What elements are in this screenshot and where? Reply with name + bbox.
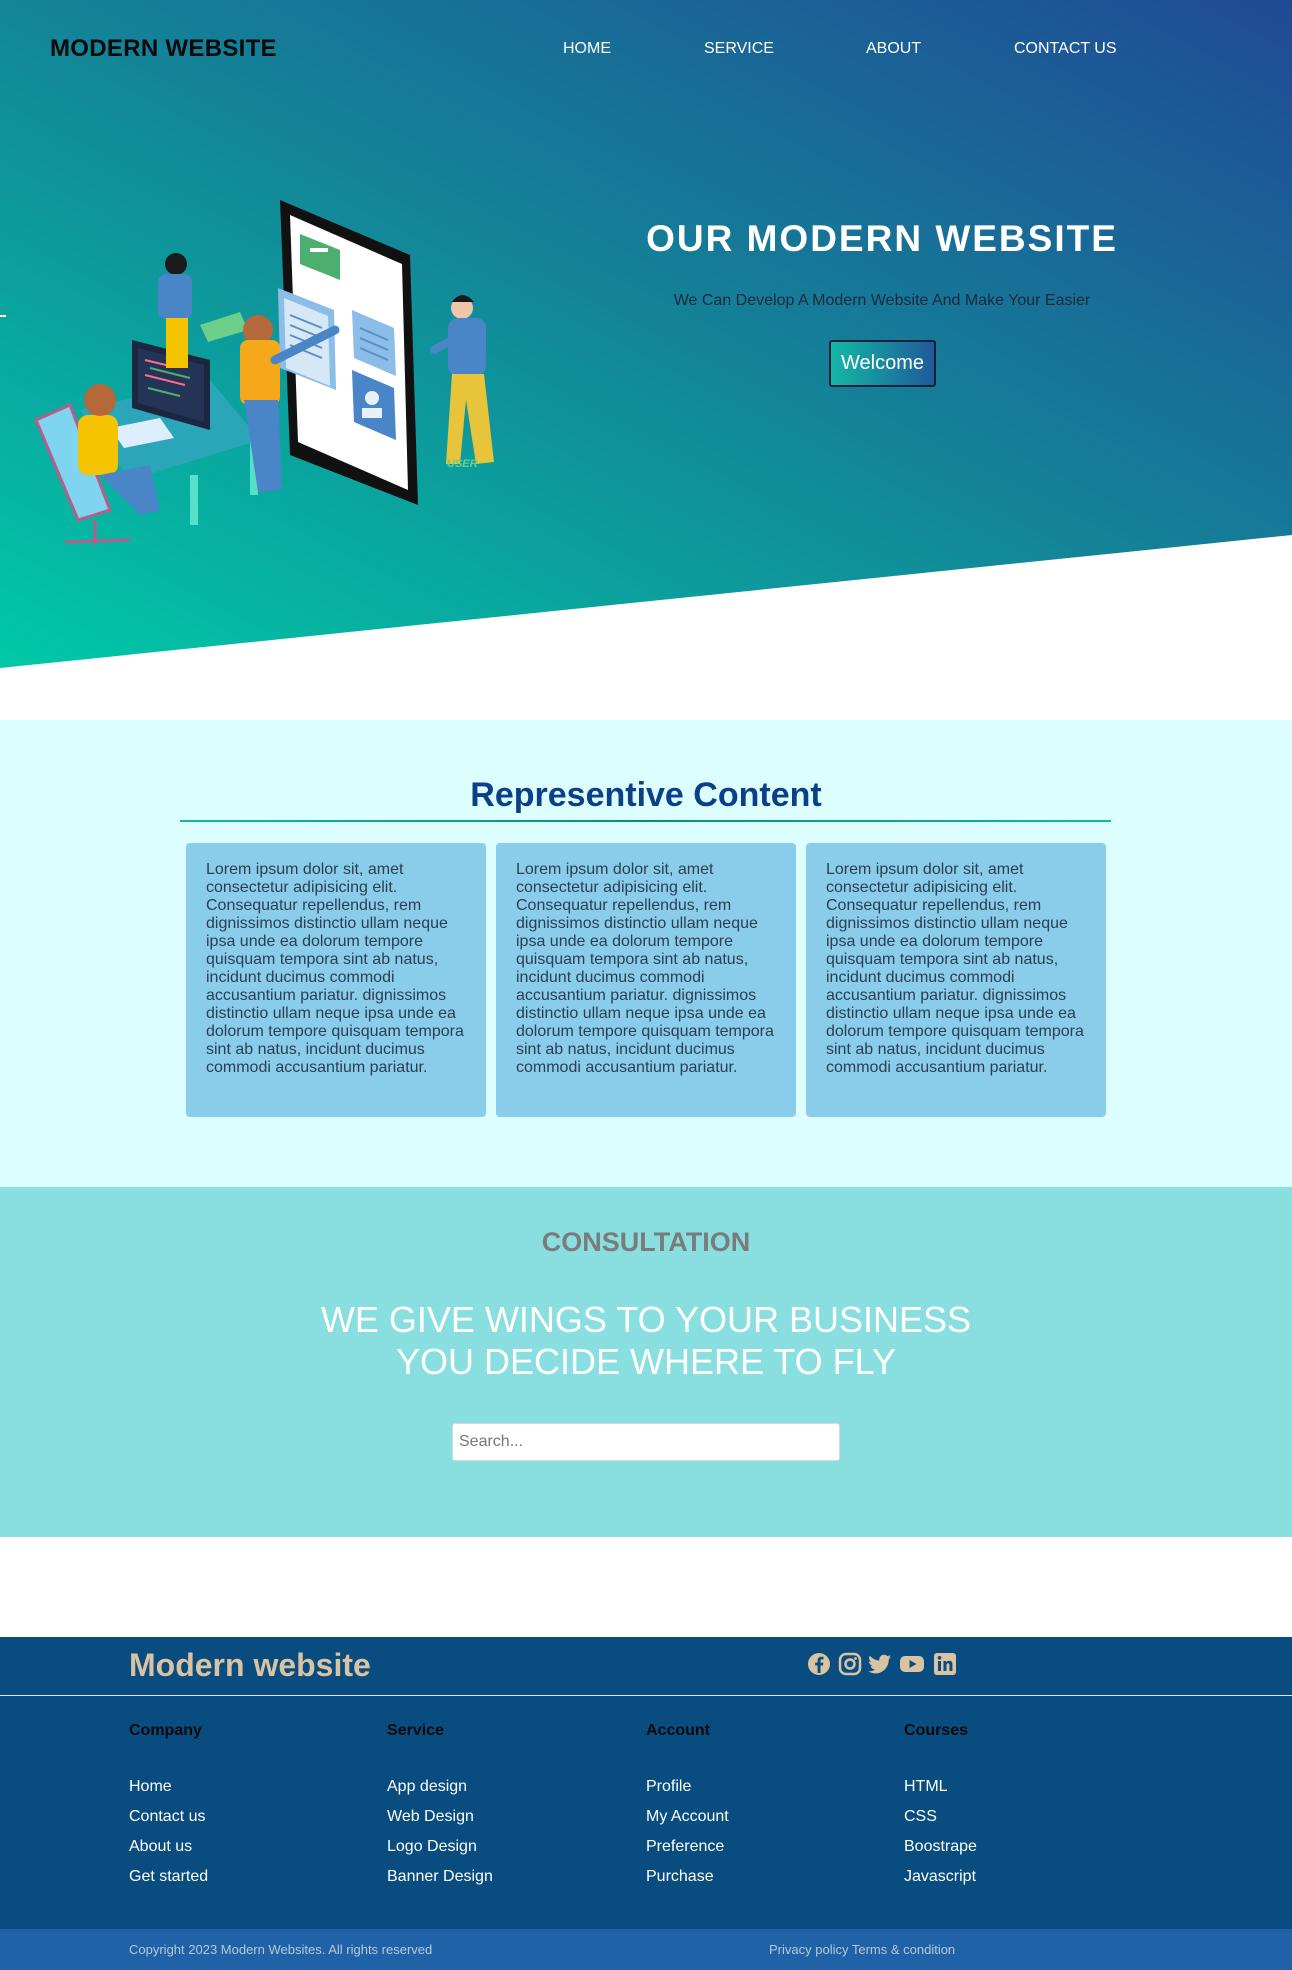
footer-link-purchase[interactable]: Purchase xyxy=(646,1868,714,1886)
footer-link-css[interactable]: CSS xyxy=(904,1808,937,1826)
nav-service[interactable]: SERVICE xyxy=(704,40,774,58)
footer-heading-courses: Courses xyxy=(904,1722,969,1739)
footer-link-home[interactable]: Home xyxy=(129,1778,172,1796)
footer-link-get-started[interactable]: Get started xyxy=(129,1868,208,1886)
title-divider xyxy=(180,820,1111,822)
footer-heading-service: Service xyxy=(387,1722,444,1739)
footer-link-about-us[interactable]: About us xyxy=(129,1838,192,1856)
linkedin-icon[interactable] xyxy=(932,1651,958,1677)
footer-link-web-design[interactable]: Web Design xyxy=(387,1808,474,1826)
user-label: USER xyxy=(447,458,478,470)
nav-contact-us[interactable]: CONTACT US xyxy=(1014,40,1117,58)
footer-heading-account: Account xyxy=(646,1722,710,1739)
facebook-icon[interactable] xyxy=(806,1651,832,1677)
nav-home[interactable]: HOME xyxy=(563,40,611,58)
footer-link-contact-us[interactable]: Contact us xyxy=(129,1808,205,1826)
footer-link-javascript[interactable]: Javascript xyxy=(904,1868,976,1886)
footer-link-my-account[interactable]: My Account xyxy=(646,1808,729,1826)
hero-illustration: USER xyxy=(0,200,494,545)
content-card: Lorem ipsum dolor sit, amet consectetur … xyxy=(186,843,486,1117)
footer-link-app-design[interactable]: App design xyxy=(387,1778,467,1796)
footer-link-boostrape[interactable]: Boostrape xyxy=(904,1838,977,1856)
consultation-section: CONSULTATION WE GIVE WINGS TO YOUR BUSIN… xyxy=(0,1187,1292,1537)
hero-subtitle: We Can Develop A Modern Website And Make… xyxy=(673,292,1091,309)
user-figure-illustration: USER xyxy=(430,295,494,470)
welcome-button[interactable]: Welcome xyxy=(829,340,936,387)
footer-heading-company: Company xyxy=(129,1722,202,1739)
footer: Modern website Company Home Contact us A… xyxy=(0,1637,1292,1970)
instagram-icon[interactable] xyxy=(837,1651,863,1677)
privacy-terms-link[interactable]: Privacy policy Terms & condition xyxy=(769,1942,955,1957)
content-card: Lorem ipsum dolor sit, amet consectetur … xyxy=(806,843,1106,1117)
consultation-headline-2: YOU DECIDE WHERE TO FLY xyxy=(395,1341,897,1382)
youtube-icon[interactable] xyxy=(899,1651,925,1677)
footer-bottom-bar: Copyright 2023 Modern Websites. All righ… xyxy=(0,1929,1292,1970)
site-logo[interactable]: MODERN WEBSITE xyxy=(50,35,277,63)
consultation-label: CONSULTATION xyxy=(541,1227,751,1257)
search-input[interactable] xyxy=(452,1423,840,1461)
nav-about[interactable]: ABOUT xyxy=(866,40,921,58)
standing-person-illustration xyxy=(158,253,248,368)
content-card: Lorem ipsum dolor sit, amet consectetur … xyxy=(496,843,796,1117)
footer-link-banner-design[interactable]: Banner Design xyxy=(387,1868,493,1886)
hero-section: MODERN WEBSITE HOME SERVICE ABOUT CONTAC… xyxy=(0,0,1292,670)
representive-content-section: Representive Content Lorem ipsum dolor s… xyxy=(0,720,1292,1187)
hero-title: OUR MODERN WEBSITE xyxy=(646,218,1118,259)
footer-link-logo-design[interactable]: Logo Design xyxy=(387,1838,477,1856)
twitter-icon[interactable] xyxy=(867,1651,893,1677)
consultation-headline-1: WE GIVE WINGS TO YOUR BUSINESS xyxy=(320,1299,972,1340)
footer-brand[interactable]: Modern website xyxy=(129,1647,371,1684)
copyright-text: Copyright 2023 Modern Websites. All righ… xyxy=(129,1942,433,1957)
footer-divider xyxy=(0,1695,1292,1696)
footer-link-preference[interactable]: Preference xyxy=(646,1838,724,1856)
section-title: Representive Content xyxy=(470,776,822,814)
footer-link-html[interactable]: HTML xyxy=(904,1778,948,1796)
footer-link-profile[interactable]: Profile xyxy=(646,1778,691,1796)
